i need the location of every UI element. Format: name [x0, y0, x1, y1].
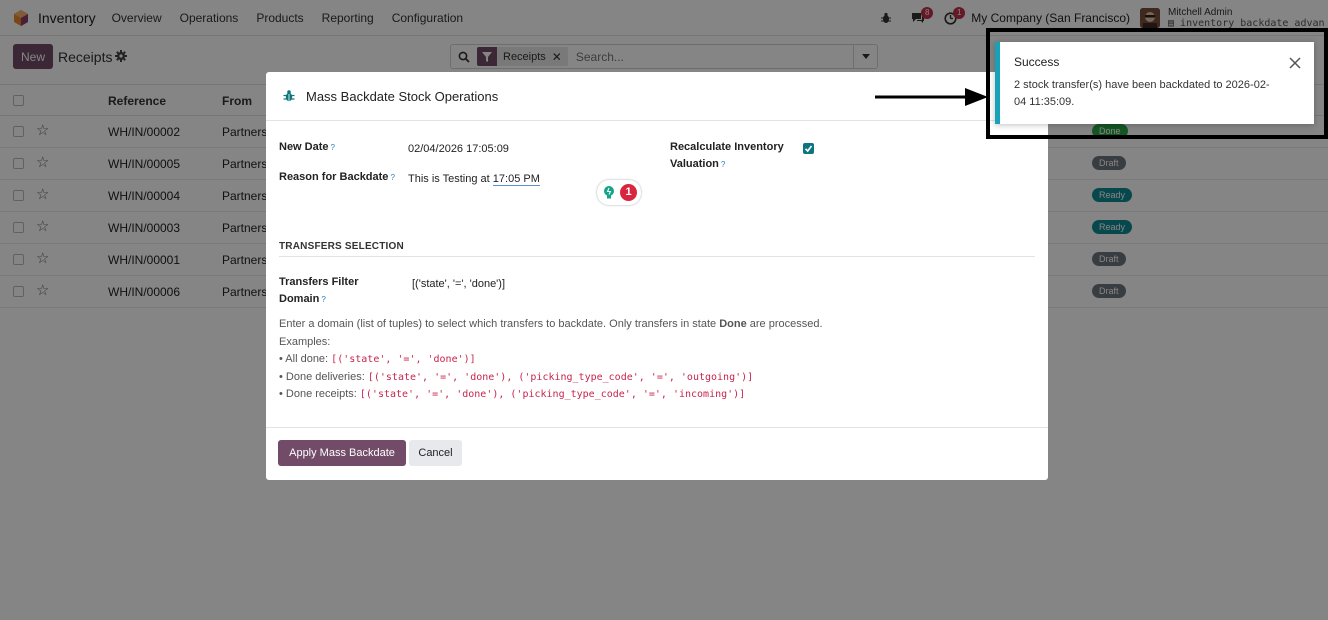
checkmark-icon — [804, 145, 813, 153]
example-all-done-code: [('state', '=', 'done')] — [331, 354, 476, 365]
apply-mass-backdate-button[interactable]: Apply Mass Backdate — [278, 440, 406, 466]
bug-icon — [282, 89, 296, 103]
filter-domain-field[interactable]: [('state', '=', 'done')] — [412, 278, 505, 290]
example-all-done: • All done: [('state', '=', 'done')] — [279, 351, 979, 369]
help-intro: Enter a domain (list of tuples) to selec… — [279, 316, 979, 334]
new-date-field[interactable]: 02/04/2026 17:05:09 — [408, 143, 509, 155]
filter-domain-label-line-2: Domain — [279, 293, 320, 305]
grammar-assistant-widget[interactable]: 1 — [597, 180, 641, 205]
filter-domain-label-line-1: Transfers Filter — [279, 276, 359, 288]
reason-label-text: Reason for Backdate — [279, 171, 389, 183]
recalculate-label-line-1: Recalculate Inventory — [670, 141, 784, 153]
recalculate-label-line-2: Valuation — [670, 158, 719, 170]
example-done-deliveries-code: [('state', '=', 'done'), ('picking_type_… — [367, 371, 754, 383]
mass-backdate-dialog: Mass Backdate Stock Operations New Date?… — [266, 72, 1048, 480]
dialog-title: Mass Backdate Stock Operations — [306, 89, 499, 104]
help-tooltip-icon[interactable]: ? — [321, 295, 325, 304]
lightbulb-icon — [602, 185, 616, 203]
section-divider — [279, 256, 1035, 257]
reason-time-highlight: 17:05 PM — [492, 173, 540, 186]
help-intro-text-1: Enter a domain (list of tuples) to selec… — [279, 318, 720, 330]
notification-title: Success — [1014, 55, 1060, 69]
new-date-label: New Date? — [279, 139, 335, 156]
reason-field[interactable]: This is Testing at 17:05 PM — [408, 173, 540, 186]
grammar-issue-count: 1 — [620, 184, 637, 201]
success-notification: Success 2 stock transfer(s) have been ba… — [995, 42, 1314, 124]
help-tooltip-icon[interactable]: ? — [721, 160, 725, 169]
help-tooltip-icon[interactable]: ? — [331, 143, 335, 152]
example-done-deliveries-label: • Done deliveries: — [279, 370, 368, 383]
examples-label: Examples: — [279, 335, 331, 348]
help-tooltip-icon[interactable]: ? — [390, 173, 394, 182]
filter-domain-label: Transfers Filter Domain? — [279, 274, 358, 308]
help-intro-bold: Done — [719, 318, 747, 330]
reason-label: Reason for Backdate? — [279, 169, 395, 186]
example-done-receipts: • Done receipts: [('state', '=', 'done')… — [279, 386, 979, 404]
dialog-footer-divider — [266, 427, 1048, 428]
reason-text: This is Testing at — [408, 173, 493, 185]
annotation-arrow-icon — [875, 88, 988, 106]
transfers-selection-heading: TRANSFERS SELECTION — [279, 241, 404, 252]
close-icon[interactable] — [1288, 56, 1302, 70]
example-done-receipts-label: • Done receipts: — [279, 388, 360, 400]
notification-message: 2 stock transfer(s) have been backdated … — [1014, 79, 1270, 108]
domain-help-text: Enter a domain (list of tuples) to selec… — [279, 316, 979, 404]
recalculate-label: Recalculate Inventory Valuation? — [670, 139, 784, 173]
example-all-done-label: • All done: — [279, 353, 332, 365]
recalculate-valuation-checkbox[interactable] — [803, 143, 814, 154]
help-intro-text-2: are processed. — [746, 318, 823, 330]
cancel-button[interactable]: Cancel — [409, 440, 462, 466]
example-done-receipts-code: [('state', '=', 'done'), ('picking_type_… — [359, 389, 746, 400]
new-date-label-text: New Date — [279, 141, 329, 153]
example-done-deliveries: • Done deliveries: [('state', '=', 'done… — [279, 369, 979, 387]
